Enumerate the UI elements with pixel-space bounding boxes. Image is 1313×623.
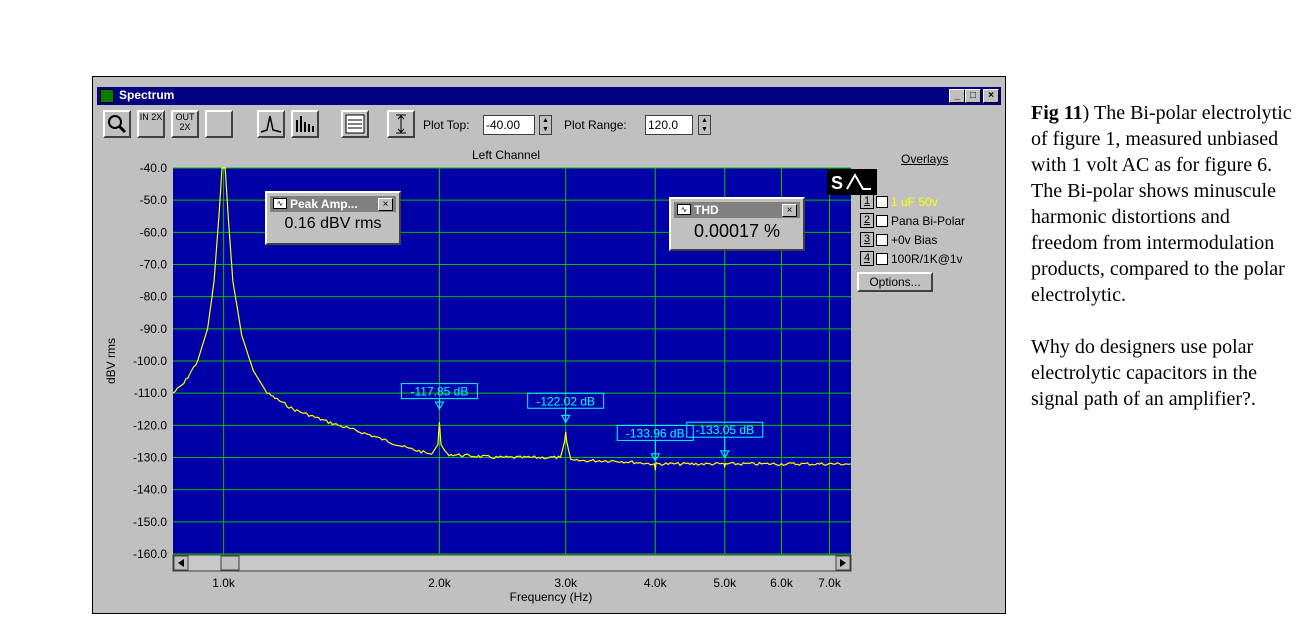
overlay-item-4[interactable]: 4 100R/1K@1v (860, 251, 963, 267)
y-tick-label: -40.0 (140, 161, 168, 175)
y-tick-label: -100.0 (133, 354, 167, 368)
overlay-number[interactable]: 1 (860, 194, 874, 210)
marker-label: -133.96 dB (626, 426, 685, 440)
x-tick-label: 3.0k (554, 576, 578, 590)
overlay-checkbox[interactable] (876, 195, 888, 208)
options-button[interactable]: Options... (857, 272, 933, 292)
overlay-label: +0v Bias (891, 232, 938, 247)
overlay-label: Pana Bi-Polar (891, 213, 966, 228)
wave-icon: ∿ (677, 204, 691, 215)
y-axis-label: dBV rms (104, 338, 118, 384)
marker-label: -133.05 dB (695, 423, 754, 437)
caption-paragraph-2: Why do designers use polar electrolytic … (1031, 336, 1258, 410)
y-tick-label: -150.0 (133, 515, 167, 529)
wave-icon: ∿ (273, 198, 287, 209)
y-tick-label: -60.0 (140, 225, 168, 239)
overlay-item-3[interactable]: 3 +0v Bias (860, 232, 938, 248)
y-tick-label: -110.0 (134, 386, 167, 400)
y-tick-label: -90.0 (140, 322, 168, 336)
overlay-number[interactable]: 3 (860, 232, 874, 248)
x-tick-label: 1.0k (212, 576, 236, 590)
x-tick-label: 4.0k (644, 576, 668, 590)
peak-amplitude-popup[interactable]: Peak Amp... ∿ × 0.16 dBV rms (265, 191, 401, 245)
peak-popup-close-button[interactable]: × (378, 198, 393, 211)
overlay-label: 100R/1K@1v (891, 251, 963, 266)
overlay-item-1[interactable]: 1 1 uF 50v (860, 194, 938, 210)
x-axis-label: Frequency (Hz) (510, 590, 593, 604)
marker-label: -122.02 dB (536, 394, 595, 408)
fig-label: Fig 11 (1031, 102, 1083, 124)
overlay-spectrum-icon: S (831, 172, 871, 193)
overlay-number[interactable]: 2 (860, 213, 874, 229)
caption-paragraph-1: Fig 11) The Bi-polar electrolytic of fig… (1031, 102, 1292, 306)
x-tick-label: 5.0k (713, 576, 737, 590)
x-tick-label: 7.0k (818, 576, 842, 590)
overlay-checkbox[interactable] (876, 233, 888, 246)
overlay-checkbox[interactable] (876, 214, 888, 227)
y-tick-label: -80.0 (140, 290, 168, 304)
overlay-label: 1 uF 50v (891, 194, 938, 209)
thd-value: 0.00017 % (693, 221, 781, 241)
y-tick-label: -140.0 (133, 483, 167, 497)
scrollbar-thumb (220, 555, 240, 571)
y-tick-label: -70.0 (140, 258, 168, 272)
thd-popup-close-button[interactable]: × (782, 204, 797, 217)
figure-caption: Fig 11) The Bi-polar electrolytic of fig… (1031, 100, 1301, 438)
overlay-checkbox[interactable] (876, 252, 888, 265)
peak-amplitude-value: 0.16 dBV rms (284, 215, 382, 232)
x-tick-label: 6.0k (770, 576, 794, 590)
marker-label: -117.85 dB (411, 385, 469, 399)
y-tick-label: -160.0 (133, 547, 167, 561)
overlay-item-2[interactable]: 2 Pana Bi-Polar (860, 213, 966, 229)
spectrum-plot: -40.0 -50.0 -60.0 -70.0 -80.0 -90.0 -100.0 -110… (104, 161, 852, 604)
svg-text:S: S (831, 173, 843, 193)
y-tick-label: -50.0 (140, 193, 168, 207)
horizontal-scrollbar[interactable] (172, 554, 852, 572)
thd-popup[interactable]: THD ∿ × 0.00017 % (669, 197, 805, 251)
overlay-number[interactable]: 4 (860, 251, 874, 267)
spectrum-window: Spectrum _ □ × IN 2X OUT 2X Plot Top: -4… (92, 76, 1006, 614)
x-tick-label: 2.0k (428, 576, 452, 590)
y-tick-label: -120.0 (133, 418, 167, 432)
y-tick-label: -130.0 (133, 451, 167, 465)
